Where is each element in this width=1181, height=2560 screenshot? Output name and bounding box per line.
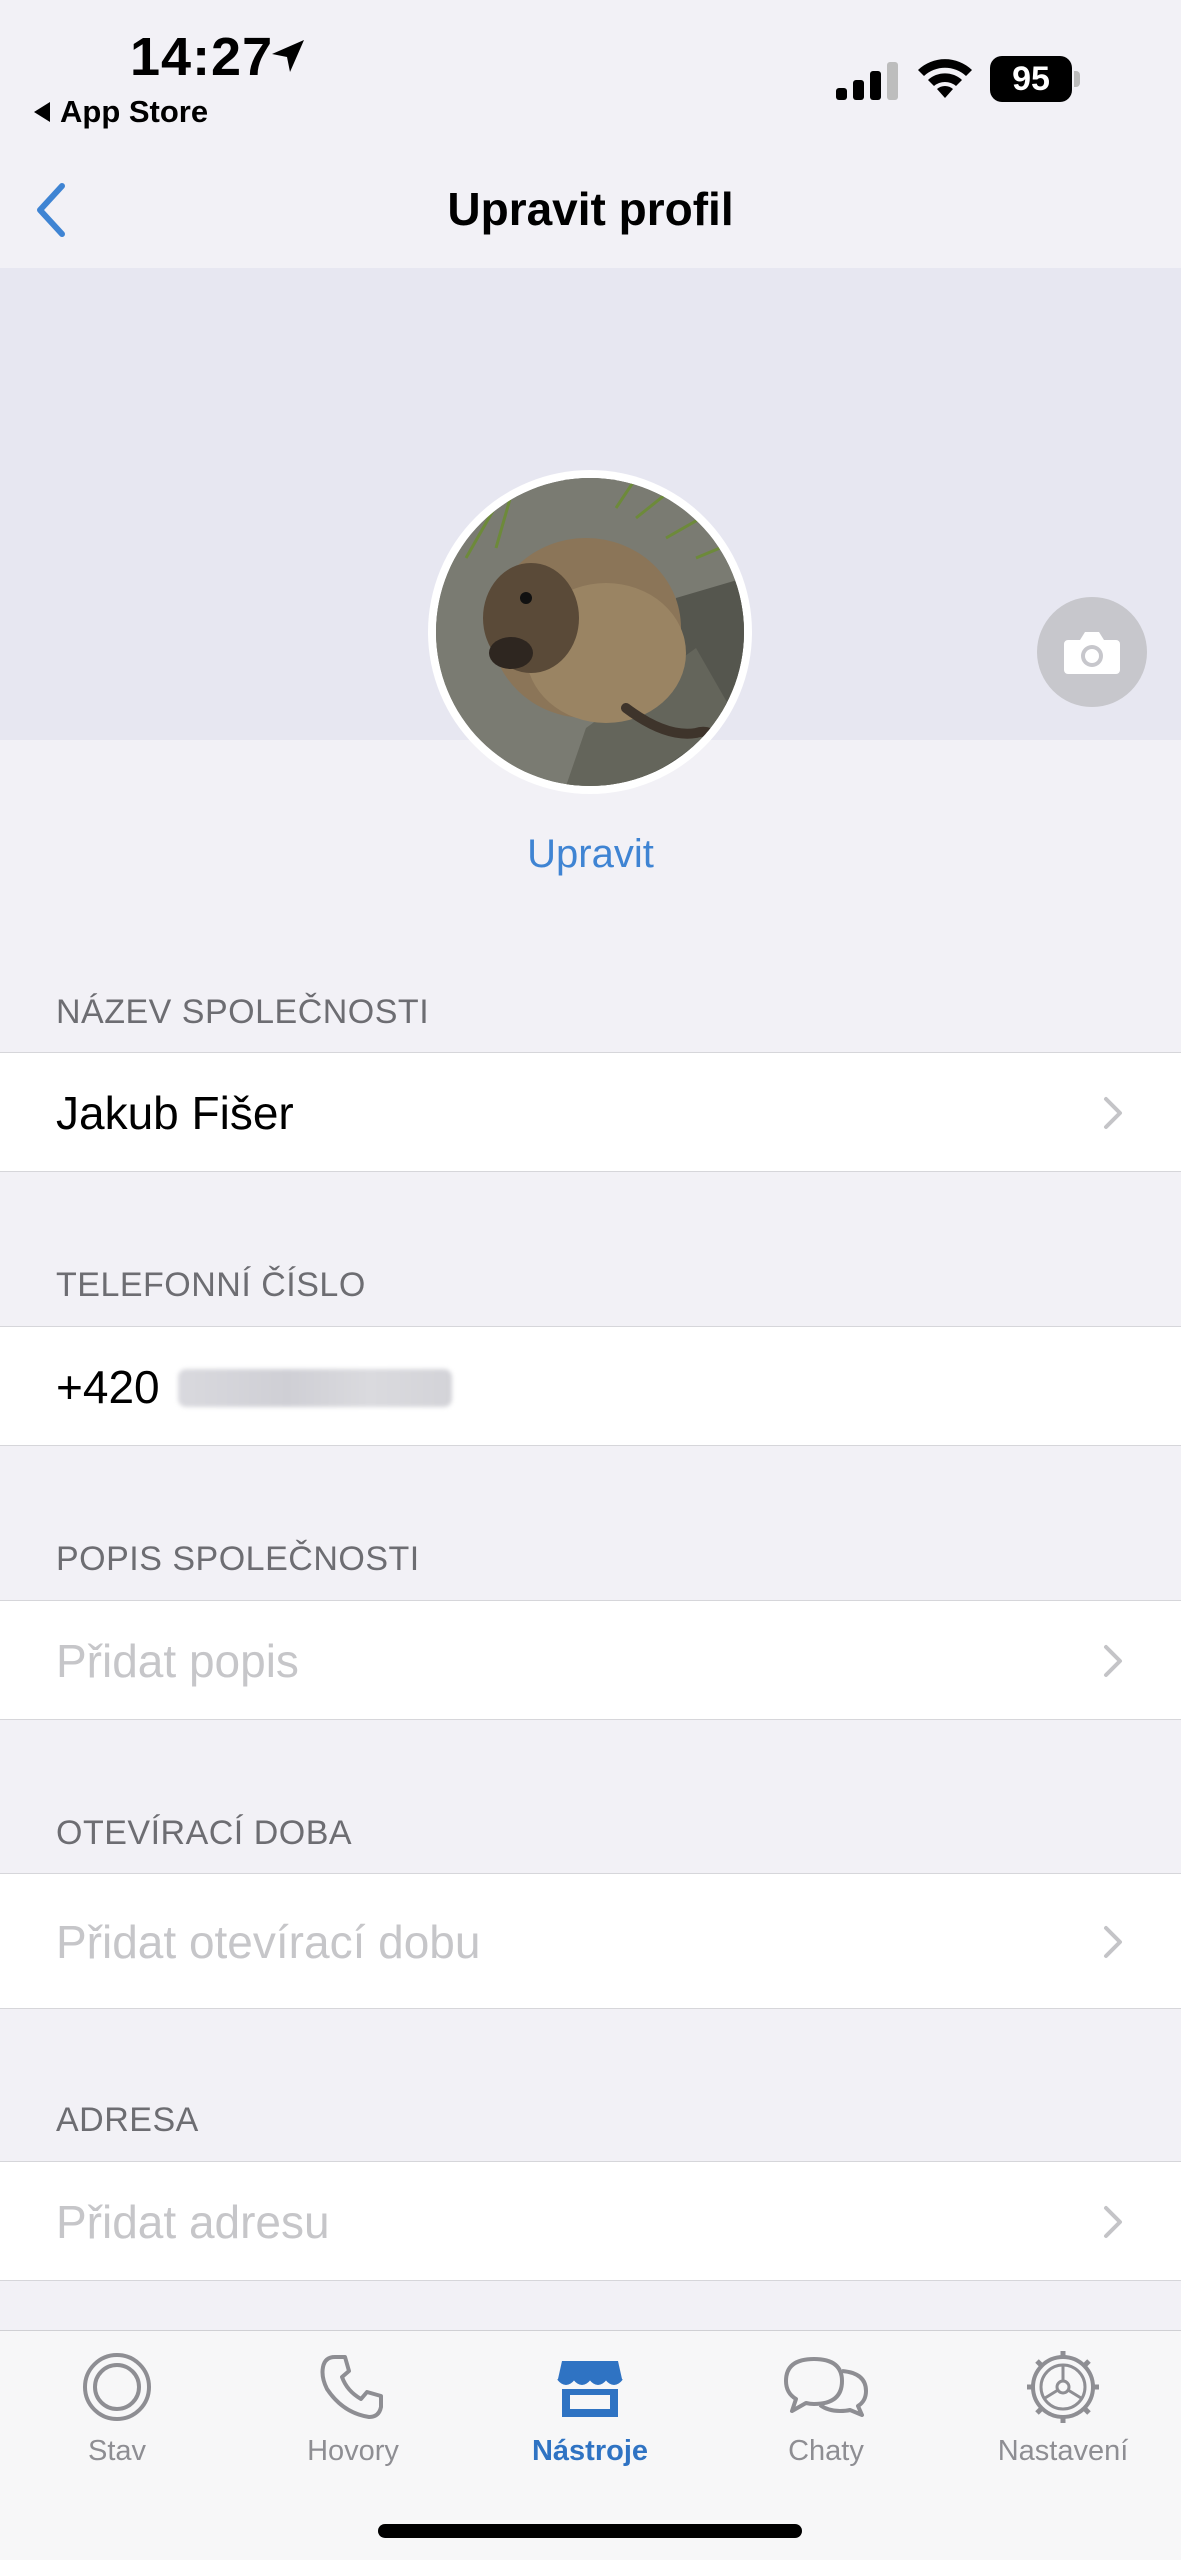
- camera-icon: [1064, 632, 1120, 674]
- back-app-label: App Store: [60, 94, 209, 129]
- back-to-app-store-link[interactable]: App Store: [34, 94, 208, 130]
- location-arrow-icon: [272, 40, 304, 72]
- description-section-label: POPIS SPOLEČNOSTI: [56, 1540, 420, 1578]
- tab-nastroje[interactable]: Nástroje: [500, 2349, 680, 2489]
- status-bar: 14:27 App Store 95: [0, 0, 1181, 140]
- change-photo-button[interactable]: [1037, 597, 1147, 707]
- tab-nastaveni-label: Nastavení: [997, 2435, 1129, 2467]
- store-icon: [557, 2361, 623, 2417]
- chat-bubbles-icon: [784, 2357, 868, 2417]
- chevron-right-icon: [1104, 2206, 1122, 2238]
- home-indicator: [378, 2524, 802, 2538]
- phone-icon: [320, 2355, 383, 2419]
- battery-indicator: 95: [990, 56, 1080, 102]
- tab-nastaveni[interactable]: Nastavení: [973, 2349, 1153, 2489]
- gear-icon: [1027, 2351, 1099, 2423]
- tab-nastroje-label: Nástroje: [531, 2435, 649, 2467]
- phone-prefix: +420: [56, 1361, 160, 1413]
- description-row[interactable]: Přidat popis: [0, 1600, 1181, 1720]
- phone-row: +420: [0, 1326, 1181, 1446]
- opening-hours-placeholder: Přidat otevírací dobu: [56, 1916, 481, 1968]
- address-placeholder: Přidat adresu: [56, 2196, 330, 2248]
- tab-hovory-label: Hovory: [307, 2435, 399, 2467]
- tab-chaty-label: Chaty: [788, 2435, 864, 2467]
- chevron-right-icon: [1104, 1645, 1122, 1677]
- company-name-section-label: NÁZEV SPOLEČNOSTI: [56, 993, 430, 1031]
- wifi-icon: [918, 59, 972, 98]
- opening-hours-section-label: OTEVÍRACÍ DOBA: [56, 1814, 353, 1852]
- address-section-label: ADRESA: [56, 2101, 199, 2139]
- company-name-row[interactable]: Jakub Fišer: [0, 1052, 1181, 1172]
- tab-stav-label: Stav: [87, 2435, 147, 2467]
- profile-avatar[interactable]: [428, 470, 752, 794]
- address-row[interactable]: Přidat adresu: [0, 2161, 1181, 2281]
- opening-hours-row[interactable]: Přidat otevírací dobu: [0, 1873, 1181, 2009]
- tab-hovory[interactable]: Hovory: [263, 2349, 443, 2489]
- chevron-right-icon: [1104, 1926, 1122, 1958]
- status-ring-icon: [83, 2353, 151, 2421]
- status-time: 14:27: [130, 27, 274, 87]
- animal-photo-image: [436, 478, 744, 786]
- navigation-bar: Upravit profil: [0, 140, 1181, 268]
- profile-photo: [436, 478, 744, 786]
- chevron-right-icon: [1104, 1097, 1122, 1129]
- tab-chaty[interactable]: Chaty: [736, 2349, 916, 2489]
- battery-level: 95: [990, 56, 1072, 102]
- description-placeholder: Přidat popis: [56, 1635, 299, 1687]
- back-triangle-icon: [34, 102, 50, 122]
- phone-section-label: TELEFONNÍ ČÍSLO: [56, 1266, 366, 1304]
- edit-photo-link[interactable]: Upravit: [0, 832, 1181, 877]
- company-name-value: Jakub Fišer: [56, 1087, 294, 1139]
- page-title: Upravit profil: [447, 183, 734, 235]
- cellular-signal-icon: [836, 62, 898, 100]
- phone-number-redacted: [178, 1369, 452, 1407]
- tab-stav[interactable]: Stav: [27, 2349, 207, 2489]
